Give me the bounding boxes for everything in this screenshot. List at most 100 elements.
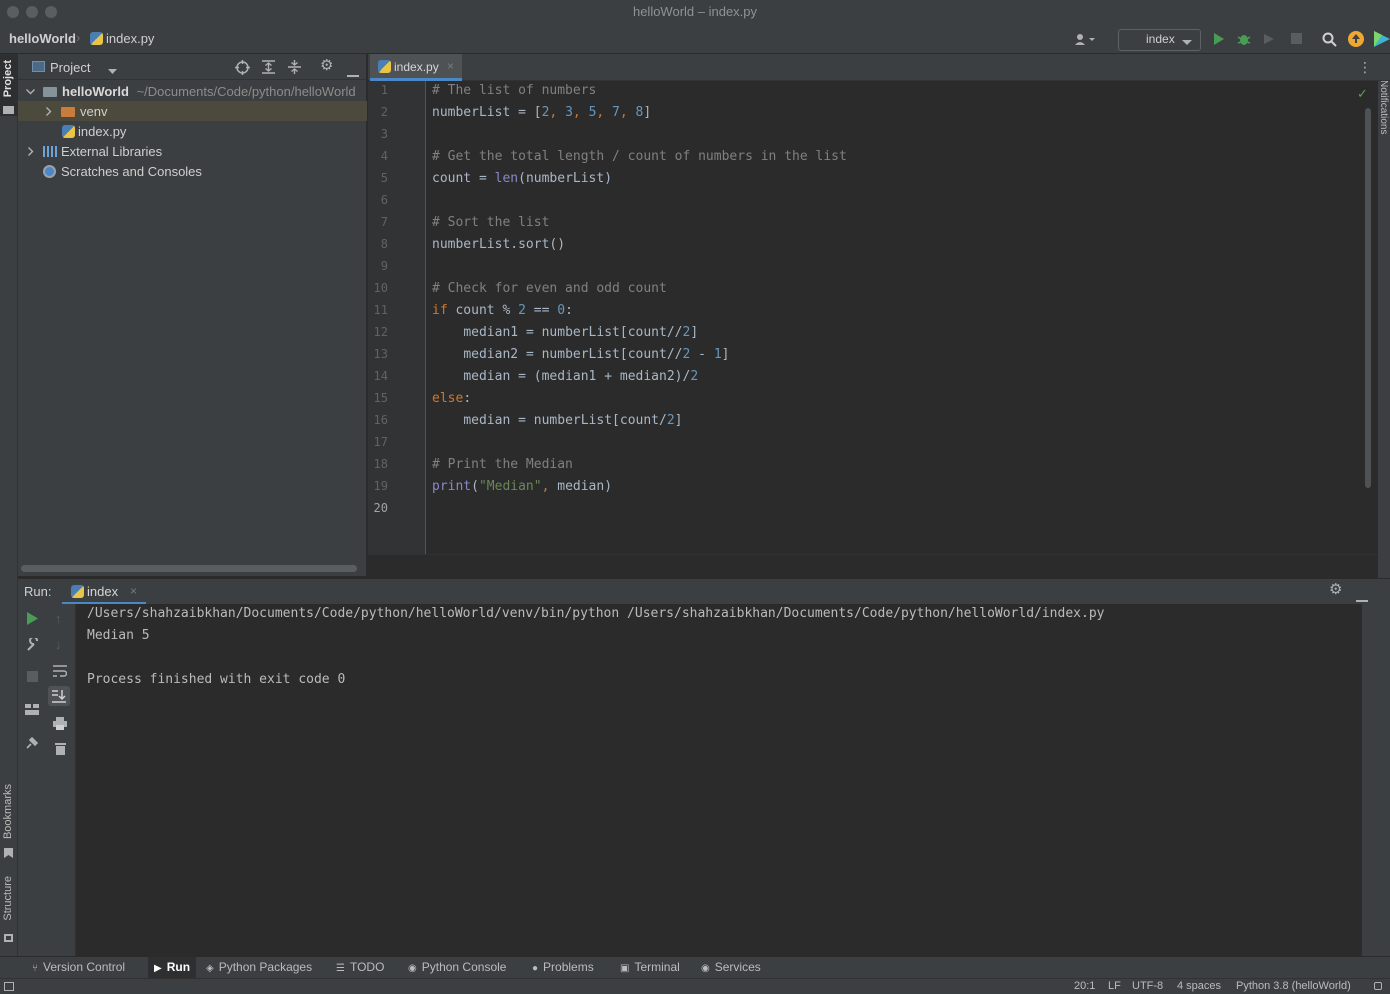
code-line[interactable]: median = (median1 + median2)/2 (432, 369, 698, 384)
ide-update-icon[interactable] (1348, 31, 1364, 50)
coverage-button[interactable] (1262, 32, 1276, 49)
horizontal-scrollbar[interactable] (21, 565, 357, 572)
run-console-output[interactable]: /Users/shahzaibkhan/Documents/Code/pytho… (76, 604, 1362, 956)
bookmark-icon (4, 848, 13, 858)
console-line: /Users/shahzaibkhan/Documents/Code/pytho… (87, 606, 1105, 621)
gear-icon[interactable]: ⚙ (1329, 582, 1342, 597)
file-encoding[interactable]: UTF-8 (1132, 980, 1163, 992)
breadcrumb-separator-icon: › (76, 30, 81, 45)
minimize-panel-icon[interactable] (1356, 591, 1368, 605)
tool-tab-icon: ⑂ (32, 963, 38, 974)
line-number: 17 (373, 435, 388, 449)
folder-icon (43, 87, 57, 97)
close-tab-icon[interactable]: × (130, 584, 137, 598)
tree-item-venv[interactable]: venv (18, 101, 367, 121)
run-button[interactable] (1213, 32, 1225, 49)
editor-tab-index-py[interactable]: index.py × (370, 54, 462, 81)
soft-wrap-icon[interactable] (53, 665, 68, 680)
project-tool-button[interactable]: Project (0, 54, 18, 116)
structure-tool-button[interactable]: Structure (0, 872, 18, 956)
lock-icon[interactable] (1374, 982, 1382, 990)
line-number: 3 (380, 127, 388, 141)
toggle-tool-windows-icon[interactable] (4, 982, 14, 991)
editor-tab-label: index.py (394, 60, 439, 74)
caret-position[interactable]: 20:1 (1074, 980, 1095, 992)
bookmarks-tool-button[interactable]: Bookmarks (0, 776, 18, 860)
tree-item-helloworld[interactable]: helloWorld ~/Documents/Code/python/hello… (18, 81, 367, 101)
trash-icon[interactable] (55, 742, 66, 758)
tool-tab-todo[interactable]: ☰ TODO (336, 960, 384, 974)
arrow-up-icon[interactable]: ↑ (55, 612, 62, 626)
select-opened-file-icon[interactable] (235, 60, 250, 78)
tool-tab-icon: ▶ (154, 963, 162, 974)
layout-icon[interactable] (25, 704, 39, 718)
code-line[interactable]: numberList = [2, 3, 5, 7, 8] (432, 105, 651, 120)
collapse-all-icon[interactable] (288, 60, 301, 77)
code-line[interactable]: # Print the Median (432, 457, 573, 472)
structure-icon (4, 934, 13, 942)
tool-tab-terminal[interactable]: ▣ Terminal (620, 960, 680, 974)
code-line[interactable]: print("Median", median) (432, 479, 612, 494)
tool-tab-services[interactable]: ◉ Services (701, 960, 761, 974)
code-line[interactable]: median1 = numberList[count//2] (432, 325, 698, 340)
tool-tab-version-control[interactable]: ⑂ Version Control (32, 960, 125, 974)
rerun-icon[interactable] (27, 612, 38, 628)
code-editor[interactable]: # The list of numbers numberList = [2, 3,… (427, 81, 1367, 554)
indent-setting[interactable]: 4 spaces (1177, 980, 1221, 992)
close-tab-icon[interactable]: × (447, 59, 454, 73)
debug-button[interactable] (1237, 32, 1251, 49)
scroll-to-end-button[interactable] (48, 686, 70, 706)
code-line[interactable]: count = len(numberList) (432, 171, 612, 186)
code-line[interactable]: median2 = numberList[count//2 - 1] (432, 347, 729, 362)
line-number: 12 (373, 325, 388, 339)
breadcrumb-project[interactable]: helloWorld (9, 31, 76, 46)
tree-item-scratches[interactable]: Scratches and Consoles (18, 161, 367, 181)
stop-button[interactable] (1291, 33, 1302, 47)
project-tool-label: Project (2, 60, 14, 98)
code-line[interactable]: # Sort the list (432, 215, 549, 230)
line-number: 1 (380, 83, 388, 97)
project-view-title[interactable]: Project (50, 60, 90, 75)
tool-tab-python-console[interactable]: ◉ Python Console (408, 960, 506, 974)
user-account-icon[interactable] (1074, 33, 1096, 49)
editor-vertical-scrollbar[interactable] (1365, 108, 1371, 488)
line-number: 2 (380, 105, 388, 119)
minimize-panel-icon[interactable] (347, 66, 359, 80)
tree-item-external-libraries[interactable]: External Libraries (18, 141, 367, 161)
inspection-ok-icon[interactable]: ✓ (1357, 86, 1368, 102)
tool-tab-python-packages[interactable]: ◈ Python Packages (206, 960, 312, 974)
code-line[interactable]: if count % 2 == 0: (432, 303, 573, 318)
editor-tab-bar: ⋮ (368, 54, 1390, 81)
tree-item-index-py[interactable]: index.py (18, 121, 367, 141)
chevron-right-icon (26, 145, 35, 159)
code-line[interactable]: # Get the total length / count of number… (432, 149, 847, 164)
tool-tab-run[interactable]: ▶ Run (148, 957, 197, 978)
code-line[interactable]: numberList.sort() (432, 237, 565, 252)
wrench-icon[interactable] (26, 636, 40, 655)
code-line[interactable]: # The list of numbers (432, 83, 596, 98)
tool-tab-icon: ● (532, 963, 539, 974)
python-interpreter[interactable]: Python 3.8 (helloWorld) (1236, 980, 1351, 992)
tool-tab-label: Problems (543, 960, 594, 974)
code-line[interactable]: median = numberList[count/2] (432, 413, 682, 428)
more-options-icon[interactable]: ⋮ (1358, 60, 1372, 74)
code-line[interactable]: # Check for even and odd count (432, 281, 667, 296)
gear-icon[interactable]: ⚙ (320, 58, 333, 73)
code-line[interactable]: else: (432, 391, 471, 406)
line-number: 18 (373, 457, 388, 471)
console-line: Process finished with exit code 0 (87, 672, 346, 687)
arrow-down-icon[interactable]: ↓ (55, 638, 62, 652)
run-tab-index[interactable]: index × (62, 579, 146, 605)
notifications-tool-label[interactable]: Notifications (1378, 80, 1389, 134)
search-everywhere-icon[interactable] (1322, 32, 1337, 50)
line-separator[interactable]: LF (1108, 980, 1121, 992)
window-title: helloWorld – index.py (632, 4, 758, 19)
stop-icon[interactable] (27, 671, 38, 685)
chevron-down-icon[interactable] (108, 64, 117, 78)
expand-all-icon[interactable] (262, 60, 275, 77)
print-icon[interactable] (53, 717, 67, 733)
pin-icon[interactable] (26, 736, 39, 752)
code-with-me-icon[interactable] (1374, 31, 1390, 50)
tool-tab-problems[interactable]: ● Problems (532, 960, 594, 974)
breadcrumb-file[interactable]: index.py (90, 31, 154, 46)
